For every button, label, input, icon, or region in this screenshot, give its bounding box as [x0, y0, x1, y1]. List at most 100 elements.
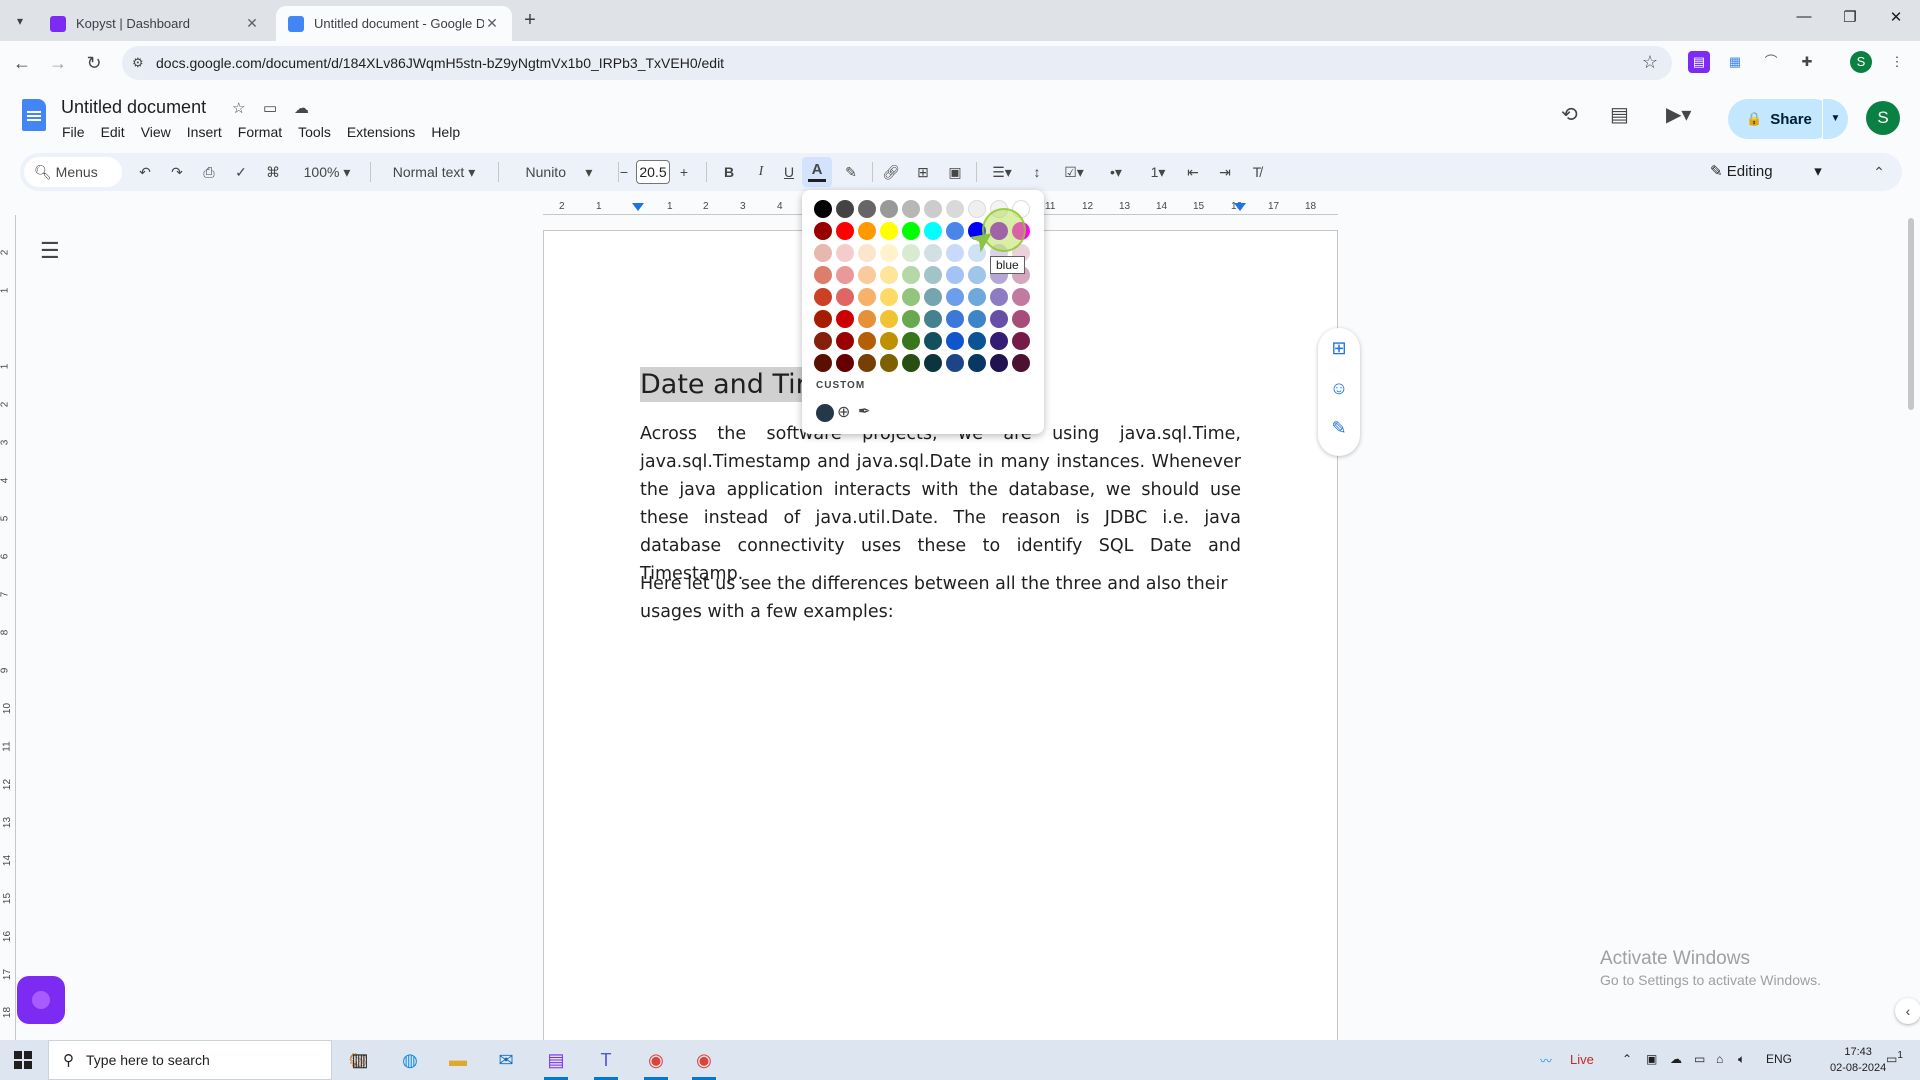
- notifications-icon[interactable]: ▭1: [1886, 1050, 1903, 1066]
- color-swatch[interactable]: [814, 310, 832, 328]
- redo-icon[interactable]: ↷: [164, 153, 190, 191]
- chrome-profile-icon[interactable]: ◉: [688, 1046, 720, 1080]
- underline-button[interactable]: U: [776, 153, 802, 191]
- taskbar-clock[interactable]: 17:43 02-08-2024: [1830, 1044, 1886, 1076]
- document-outline-icon[interactable]: ☰: [40, 238, 60, 264]
- battery-icon[interactable]: ▭: [1694, 1052, 1705, 1066]
- close-icon[interactable]: ✕: [244, 15, 260, 32]
- color-swatch[interactable]: [946, 288, 964, 306]
- increase-font-size-icon[interactable]: +: [672, 153, 696, 191]
- onedrive-cloud-icon[interactable]: ☁: [1670, 1052, 1682, 1066]
- color-swatch[interactable]: [880, 200, 898, 218]
- zoom-select[interactable]: 100% ▾: [292, 153, 362, 191]
- decrease-indent-icon[interactable]: ⇤: [1180, 153, 1206, 191]
- site-info-icon[interactable]: ⚙: [132, 55, 144, 71]
- color-swatch[interactable]: [858, 288, 876, 306]
- volume-icon[interactable]: 🔈︎: [1738, 1052, 1745, 1067]
- color-swatch[interactable]: [858, 354, 876, 372]
- color-swatch[interactable]: [990, 310, 1008, 328]
- numbered-list-icon[interactable]: 1▾: [1140, 153, 1176, 191]
- share-dropdown-chevron-icon[interactable]: ▼: [1822, 99, 1848, 139]
- color-swatch[interactable]: [1012, 310, 1030, 328]
- color-swatch[interactable]: [902, 244, 920, 262]
- vertical-ruler[interactable]: 2 1 1 2 3 4 5 6 7 8 9 10 11 12 13 14 15 …: [0, 215, 16, 1045]
- close-icon[interactable]: ✕: [484, 15, 500, 32]
- undo-icon[interactable]: ↶: [132, 153, 158, 191]
- reload-icon[interactable]: ↻: [82, 51, 106, 75]
- color-swatch[interactable]: [924, 244, 942, 262]
- tab-google-docs[interactable]: Untitled document - Google Do ✕: [276, 6, 512, 41]
- color-swatch[interactable]: [968, 310, 986, 328]
- paragraph-2[interactable]: Here let us see the differences between …: [640, 570, 1241, 626]
- color-swatch[interactable]: [836, 332, 854, 350]
- menu-view[interactable]: View: [133, 124, 179, 140]
- paragraph-1[interactable]: Across the software projects, we are usi…: [640, 420, 1241, 588]
- color-swatch[interactable]: [1012, 354, 1030, 372]
- address-bar[interactable]: ⚙ docs.google.com/document/d/184XLv86JWq…: [122, 46, 1672, 80]
- color-swatch[interactable]: [858, 310, 876, 328]
- insert-link-icon[interactable]: 🔗︎: [878, 153, 904, 191]
- color-swatch[interactable]: [924, 200, 942, 218]
- color-swatch[interactable]: [1012, 288, 1030, 306]
- color-swatch[interactable]: [880, 266, 898, 284]
- menu-tools[interactable]: Tools: [290, 124, 339, 140]
- window-close-icon[interactable]: ✕: [1874, 8, 1918, 32]
- color-swatch[interactable]: [968, 354, 986, 372]
- cloud-status-icon[interactable]: ☁: [294, 99, 309, 117]
- color-swatch[interactable]: [836, 266, 854, 284]
- color-swatch[interactable]: [858, 266, 876, 284]
- color-swatch[interactable]: [968, 266, 986, 284]
- color-swatch[interactable]: [836, 288, 854, 306]
- file-explorer-icon[interactable]: ▬: [442, 1046, 474, 1074]
- color-swatch[interactable]: [836, 244, 854, 262]
- color-swatch[interactable]: [880, 222, 898, 240]
- add-custom-color-icon[interactable]: ⊕: [837, 402, 850, 422]
- color-swatch[interactable]: [946, 310, 964, 328]
- kopyst-extension-icon[interactable]: ▤: [1688, 51, 1710, 73]
- color-swatch[interactable]: [946, 354, 964, 372]
- color-swatch[interactable]: [814, 200, 832, 218]
- minimize-icon[interactable]: —: [1782, 8, 1826, 32]
- kopyst-taskbar-icon[interactable]: ▤: [540, 1046, 572, 1080]
- suggest-edits-icon[interactable]: ✎: [1318, 408, 1360, 448]
- taskbar-search-input[interactable]: ⚲ Type here to search: [48, 1040, 332, 1080]
- version-history-icon[interactable]: ⟲: [1561, 102, 1578, 127]
- paragraph-style-select[interactable]: Normal text ▾: [378, 153, 490, 191]
- color-swatch[interactable]: [858, 332, 876, 350]
- star-icon[interactable]: ☆: [232, 99, 245, 117]
- color-swatch[interactable]: [924, 354, 942, 372]
- user-avatar[interactable]: S: [1866, 101, 1900, 135]
- add-emoji-reaction-icon[interactable]: ☺: [1318, 368, 1360, 408]
- color-swatch[interactable]: [968, 332, 986, 350]
- add-comment-icon[interactable]: ⊞: [910, 153, 936, 191]
- restore-icon[interactable]: ❐: [1828, 8, 1872, 32]
- add-comment-icon[interactable]: ⊞: [1318, 328, 1360, 368]
- weather-live-icon[interactable]: 〰: [1540, 1052, 1552, 1069]
- forward-arrow-icon[interactable]: →: [46, 51, 70, 75]
- spellcheck-icon[interactable]: ✓: [228, 153, 254, 191]
- color-swatch[interactable]: [968, 200, 986, 218]
- menus-search-input[interactable]: 🔍︎ Menus: [24, 157, 122, 187]
- kopyst-floating-button[interactable]: [17, 976, 65, 1024]
- color-swatch[interactable]: [814, 288, 832, 306]
- task-view-icon[interactable]: ▥: [344, 1046, 376, 1074]
- edge-browser-icon[interactable]: ◍: [394, 1046, 426, 1074]
- extensions-puzzle-icon[interactable]: ✚: [1796, 51, 1818, 73]
- vertical-scrollbar[interactable]: [1908, 218, 1914, 410]
- font-size-input[interactable]: 20.5: [636, 160, 670, 184]
- color-swatch[interactable]: [924, 266, 942, 284]
- menu-edit[interactable]: Edit: [93, 124, 133, 140]
- color-swatch[interactable]: [946, 222, 964, 240]
- color-swatch[interactable]: [858, 244, 876, 262]
- color-swatch[interactable]: [836, 222, 854, 240]
- color-swatch[interactable]: [902, 222, 920, 240]
- color-swatch[interactable]: [902, 354, 920, 372]
- side-panel-chevron-left-icon[interactable]: ‹: [1895, 998, 1920, 1024]
- tab-kopyst[interactable]: Kopyst | Dashboard ✕: [38, 6, 272, 41]
- color-swatch[interactable]: [880, 244, 898, 262]
- text-color-button[interactable]: A: [802, 157, 832, 187]
- color-swatch[interactable]: [924, 332, 942, 350]
- windows-start-icon[interactable]: [14, 1051, 32, 1069]
- back-arrow-icon[interactable]: ←: [10, 51, 34, 75]
- hide-menus-chevron-up-icon[interactable]: ⌃: [1866, 153, 1892, 191]
